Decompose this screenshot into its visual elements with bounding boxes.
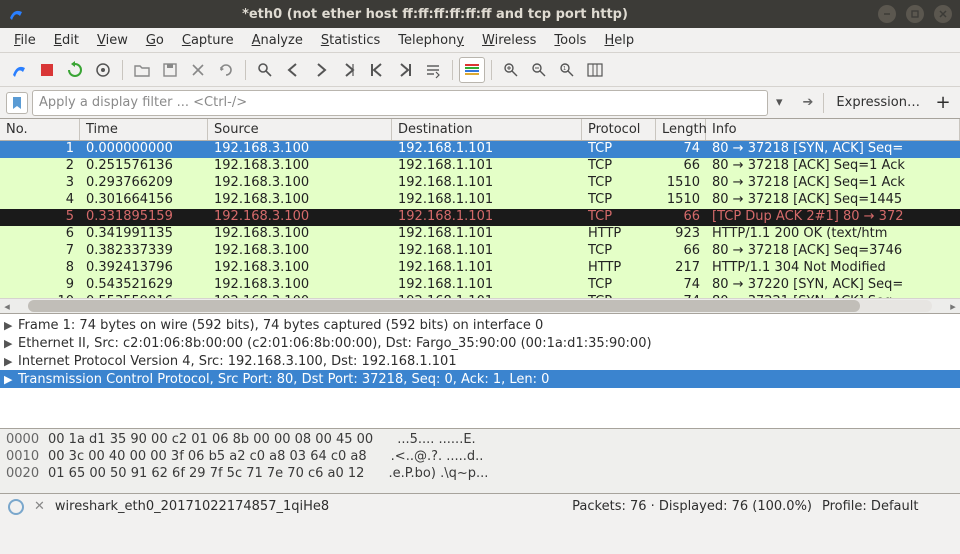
resize-columns-button[interactable]: [582, 57, 608, 83]
toolbar-separator: [491, 60, 492, 80]
menu-help[interactable]: Help: [596, 30, 642, 51]
status-packets: Packets: 76 · Displayed: 76 (100.0%): [572, 499, 812, 514]
table-row[interactable]: 60.341991135192.168.3.100192.168.1.101HT…: [0, 226, 960, 243]
window-titlebar: *eth0 (not ether host ff:ff:ff:ff:ff:ff …: [0, 0, 960, 28]
go-back-button[interactable]: [280, 57, 306, 83]
menu-go[interactable]: Go: [138, 30, 172, 51]
svg-text:1: 1: [563, 66, 566, 72]
status-file: wireshark_eth0_20171022174857_1qiHe8: [55, 499, 562, 514]
auto-scroll-button[interactable]: [420, 57, 446, 83]
close-file-button[interactable]: [185, 57, 211, 83]
restart-capture-button[interactable]: [62, 57, 88, 83]
toolbar-separator: [122, 60, 123, 80]
reload-button[interactable]: [213, 57, 239, 83]
table-row[interactable]: 70.382337339192.168.3.100192.168.1.101TC…: [0, 243, 960, 260]
find-packet-button[interactable]: [252, 57, 278, 83]
column-source[interactable]: Source: [208, 119, 392, 140]
close-button[interactable]: [934, 5, 952, 23]
column-destination[interactable]: Destination: [392, 119, 582, 140]
column-info[interactable]: Info: [706, 119, 960, 140]
filter-apply-arrow[interactable]: ➔: [797, 95, 820, 110]
menu-analyze[interactable]: Analyze: [244, 30, 311, 51]
table-row[interactable]: 40.301664156192.168.3.100192.168.1.101TC…: [0, 192, 960, 209]
packet-list-body[interactable]: 10.000000000192.168.3.100192.168.1.101TC…: [0, 141, 960, 298]
column-no[interactable]: No.: [0, 119, 80, 140]
packet-bytes-pane[interactable]: 000000 1a d1 35 90 00 c2 01 06 8b 00 00 …: [0, 429, 960, 494]
hex-row[interactable]: 000000 1a d1 35 90 00 c2 01 06 8b 00 00 …: [6, 431, 954, 448]
column-time[interactable]: Time: [80, 119, 208, 140]
menu-telephony[interactable]: Telephony: [390, 30, 472, 51]
toolbar-separator: [245, 60, 246, 80]
menu-view[interactable]: View: [89, 30, 136, 51]
horizontal-scrollbar[interactable]: ◂▸: [0, 298, 960, 313]
zoom-in-button[interactable]: [498, 57, 524, 83]
table-row[interactable]: 10.000000000192.168.3.100192.168.1.101TC…: [0, 141, 960, 158]
start-capture-button[interactable]: [6, 57, 32, 83]
menu-wireless[interactable]: Wireless: [474, 30, 544, 51]
window-title: *eth0 (not ether host ff:ff:ff:ff:ff:ff …: [0, 7, 878, 22]
menu-capture[interactable]: Capture: [174, 30, 242, 51]
expert-info-icon[interactable]: [8, 499, 24, 515]
colorize-button[interactable]: [459, 57, 485, 83]
hex-row[interactable]: 001000 3c 00 40 00 00 3f 06 b5 a2 c0 a8 …: [6, 448, 954, 465]
stop-capture-button[interactable]: [34, 57, 60, 83]
detail-row[interactable]: ▶Internet Protocol Version 4, Src: 192.1…: [0, 352, 960, 370]
status-close-icon[interactable]: ✕: [34, 499, 45, 514]
table-row[interactable]: 20.251576136192.168.3.100192.168.1.101TC…: [0, 158, 960, 175]
capture-options-button[interactable]: [90, 57, 116, 83]
open-file-button[interactable]: [129, 57, 155, 83]
table-row[interactable]: 90.543521629192.168.3.100192.168.1.101TC…: [0, 277, 960, 294]
packet-details-pane[interactable]: ▶Frame 1: 74 bytes on wire (592 bits), 7…: [0, 314, 960, 429]
filter-bar: ▾ ➔ Expression… +: [0, 87, 960, 119]
go-forward-button[interactable]: [308, 57, 334, 83]
detail-row[interactable]: ▶Transmission Control Protocol, Src Port…: [0, 370, 960, 388]
hex-row[interactable]: 002001 65 00 50 91 62 6f 29 7f 5c 71 7e …: [6, 465, 954, 482]
add-filter-button[interactable]: +: [932, 92, 954, 113]
detail-row[interactable]: ▶Frame 1: 74 bytes on wire (592 bits), 7…: [0, 316, 960, 334]
menu-edit[interactable]: Edit: [46, 30, 87, 51]
expression-button[interactable]: Expression…: [828, 95, 928, 110]
toolbar-separator: [452, 60, 453, 80]
minimize-button[interactable]: [878, 5, 896, 23]
menubar: File Edit View Go Capture Analyze Statis…: [0, 28, 960, 53]
menu-file[interactable]: File: [6, 30, 44, 51]
menu-tools[interactable]: Tools: [546, 30, 594, 51]
table-row[interactable]: 80.392413796192.168.3.100192.168.1.101HT…: [0, 260, 960, 277]
packet-list-header: No. Time Source Destination Protocol Len…: [0, 119, 960, 141]
zoom-reset-button[interactable]: 1: [554, 57, 580, 83]
go-to-packet-button[interactable]: [336, 57, 362, 83]
menu-statistics[interactable]: Statistics: [313, 30, 388, 51]
table-row[interactable]: 50.331895159192.168.3.100192.168.1.101TC…: [0, 209, 960, 226]
go-last-button[interactable]: [392, 57, 418, 83]
display-filter-input[interactable]: [32, 90, 768, 116]
maximize-button[interactable]: [906, 5, 924, 23]
status-profile[interactable]: Profile: Default: [822, 499, 952, 514]
go-first-button[interactable]: [364, 57, 390, 83]
column-length[interactable]: Length: [656, 119, 706, 140]
detail-row[interactable]: ▶Ethernet II, Src: c2:01:06:8b:00:00 (c2…: [0, 334, 960, 352]
bookmark-filter-icon[interactable]: [6, 92, 28, 114]
column-protocol[interactable]: Protocol: [582, 119, 656, 140]
save-file-button[interactable]: [157, 57, 183, 83]
toolbar: 1: [0, 53, 960, 87]
filter-dropdown-icon[interactable]: ▾: [772, 95, 793, 110]
status-bar: ✕ wireshark_eth0_20171022174857_1qiHe8 P…: [0, 494, 960, 519]
table-row[interactable]: 30.293766209192.168.3.100192.168.1.101TC…: [0, 175, 960, 192]
zoom-out-button[interactable]: [526, 57, 552, 83]
packet-list-pane: No. Time Source Destination Protocol Len…: [0, 119, 960, 314]
